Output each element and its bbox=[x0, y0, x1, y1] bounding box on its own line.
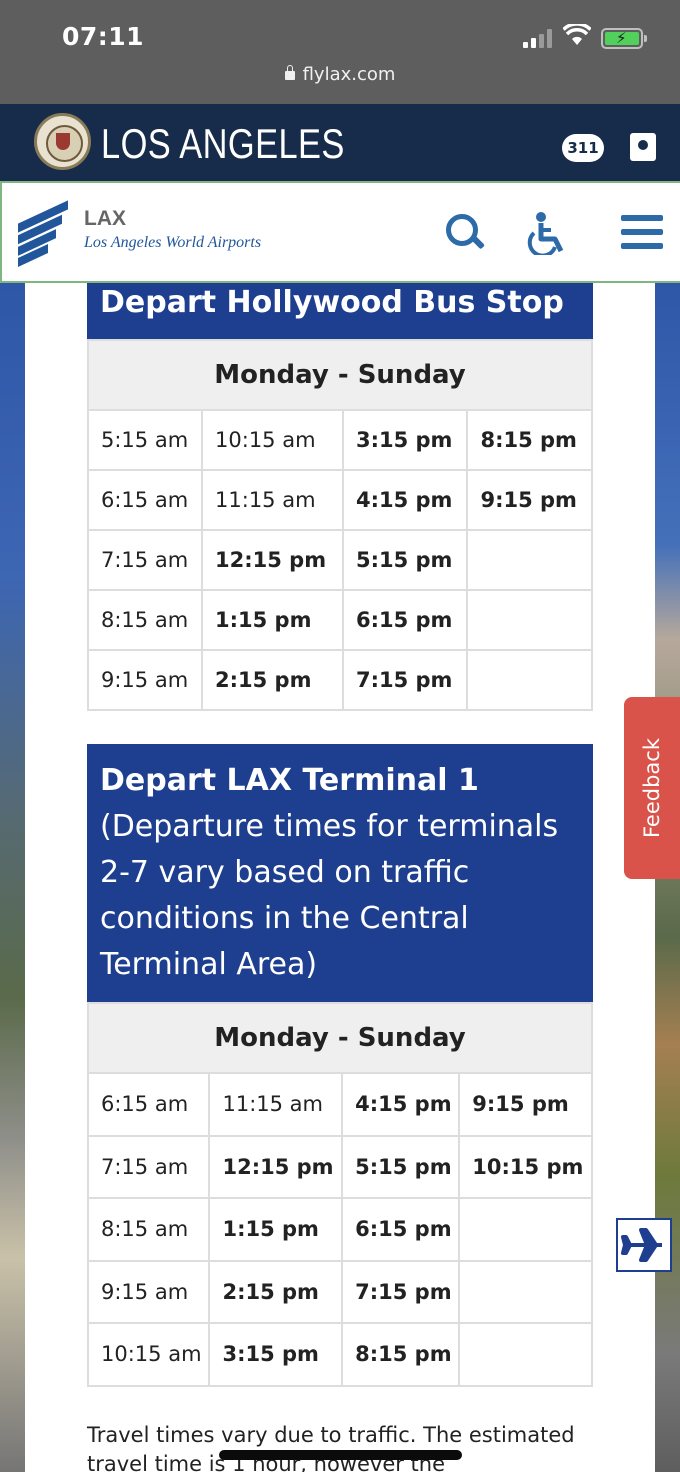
menu-icon[interactable] bbox=[621, 215, 663, 251]
time-cell: 7:15 am bbox=[86, 529, 204, 591]
table-row: 8:15 am 1:15 pm 6:15 pm bbox=[86, 589, 593, 651]
airplane-icon bbox=[621, 1228, 662, 1262]
lax-logo-icon[interactable] bbox=[18, 198, 70, 268]
time-cell: 11:15 am bbox=[208, 1072, 344, 1137]
time-cell: 6:15 am bbox=[86, 1072, 211, 1137]
time-cell: 7:15 pm bbox=[341, 649, 469, 711]
time-cell: 3:15 pm bbox=[341, 409, 469, 471]
time-cell: 12:15 pm bbox=[208, 1134, 344, 1199]
lax-subtitle[interactable]: Los Angeles World Airports bbox=[84, 234, 261, 252]
time-cell: 2:15 pm bbox=[201, 649, 344, 711]
time-cell: 1:15 pm bbox=[208, 1197, 344, 1262]
feedback-button[interactable]: Feedback bbox=[624, 697, 680, 879]
time-cell: 5:15 am bbox=[86, 409, 204, 471]
table-row: 7:15 am 12:15 pm 5:15 pm bbox=[86, 529, 593, 591]
table-row: 6:15 am 11:15 am 4:15 pm 9:15 pm bbox=[86, 1072, 593, 1137]
lax-name[interactable]: LAX bbox=[84, 207, 126, 231]
time-cell: 10:15 pm bbox=[458, 1134, 593, 1199]
city-seal-icon[interactable] bbox=[34, 113, 91, 170]
table-row: 9:15 am 2:15 pm 7:15 pm bbox=[86, 1259, 593, 1324]
table-row: 10:15 am 3:15 pm 8:15 pm bbox=[86, 1322, 593, 1387]
time-cell: 8:15 pm bbox=[466, 409, 593, 471]
time-cell: 10:15 am bbox=[201, 409, 344, 471]
time-cell bbox=[466, 529, 593, 591]
days-header: Monday - Sunday bbox=[87, 339, 593, 411]
table-row: 9:15 am 2:15 pm 7:15 pm bbox=[86, 649, 593, 711]
city-title[interactable]: LOS ANGELES bbox=[101, 120, 345, 168]
home-indicator[interactable] bbox=[219, 1450, 462, 1460]
lock-icon bbox=[284, 65, 295, 80]
table-row: 5:15 am 10:15 am 3:15 pm 8:15 pm bbox=[86, 409, 593, 471]
time-cell: 4:15 pm bbox=[341, 469, 469, 531]
time-cell: 8:15 am bbox=[86, 1197, 211, 1262]
accessibility-icon[interactable] bbox=[525, 211, 571, 255]
table-row: 6:15 am 11:15 am 4:15 pm 9:15 pm bbox=[86, 469, 593, 531]
time-cell bbox=[466, 649, 593, 711]
background-scenery-left bbox=[0, 283, 25, 1472]
address-bar[interactable]: flylax.com bbox=[0, 64, 680, 85]
time-cell: 5:15 pm bbox=[341, 529, 469, 591]
time-cell: 12:15 pm bbox=[201, 529, 344, 591]
schedule-table-terminal1: Monday - Sunday 6:15 am 11:15 am 4:15 pm 9:… bbox=[86, 1002, 593, 1387]
time-cell: 8:15 am bbox=[86, 589, 204, 651]
city-header: LOS ANGELES 311 bbox=[0, 104, 680, 181]
time-cell: 1:15 pm bbox=[201, 589, 344, 651]
table-row: 7:15 am 12:15 pm 5:15 pm 10:15 pm bbox=[86, 1134, 593, 1199]
time-cell: 3:15 pm bbox=[208, 1322, 344, 1387]
days-header: Monday - Sunday bbox=[87, 1002, 593, 1074]
time-cell: 4:15 pm bbox=[341, 1072, 461, 1137]
table-row: 8:15 am 1:15 pm 6:15 pm bbox=[86, 1197, 593, 1262]
section-title: Depart LAX Terminal 1 bbox=[100, 763, 479, 798]
section-title: Depart Hollywood Bus Stop bbox=[100, 285, 564, 320]
time-cell: 10:15 am bbox=[86, 1322, 211, 1387]
lax-header: LAX Los Angeles World Airports bbox=[0, 181, 680, 283]
time-cell: 7:15 pm bbox=[341, 1259, 461, 1324]
time-cell: 9:15 am bbox=[86, 1259, 211, 1324]
schedule-table-hollywood: Monday - Sunday 5:15 am 10:15 am 3:15 pm 8:… bbox=[86, 339, 593, 711]
battery-icon: ⚡ bbox=[601, 28, 647, 49]
time-cell bbox=[458, 1197, 593, 1262]
status-bar: 07:11 ⚡ flylax.com bbox=[0, 0, 680, 104]
travel-note: Travel times vary due to traffic. The es… bbox=[87, 1423, 575, 1472]
time-cell bbox=[466, 589, 593, 651]
time-cell: 2:15 pm bbox=[208, 1259, 344, 1324]
content-card: Depart Hollywood Bus Stop Monday - Sunda… bbox=[25, 283, 655, 1472]
time-cell bbox=[458, 1259, 593, 1324]
time-cell: 6:15 pm bbox=[341, 589, 469, 651]
time-cell: 9:15 pm bbox=[466, 469, 593, 531]
section-header-terminal1: Depart LAX Terminal 1 (Departure times f… bbox=[87, 744, 593, 1002]
time-cell: 5:15 pm bbox=[341, 1134, 461, 1199]
time-cell: 6:15 am bbox=[86, 469, 204, 531]
clock: 07:11 bbox=[62, 22, 145, 51]
contact-icon[interactable] bbox=[630, 133, 656, 161]
feedback-label: Feedback bbox=[640, 737, 664, 839]
time-cell: 7:15 am bbox=[86, 1134, 211, 1199]
search-icon[interactable] bbox=[446, 214, 484, 254]
wifi-icon bbox=[563, 24, 591, 45]
section-subtitle: (Departure times for terminals 2-7 vary … bbox=[100, 809, 559, 982]
time-cell: 9:15 am bbox=[86, 649, 204, 711]
cellular-signal-icon bbox=[523, 28, 553, 48]
section-header-hollywood: Depart Hollywood Bus Stop bbox=[87, 283, 593, 339]
time-cell bbox=[458, 1322, 593, 1387]
311-button[interactable]: 311 bbox=[562, 134, 604, 162]
time-cell: 6:15 pm bbox=[341, 1197, 461, 1262]
time-cell: 9:15 pm bbox=[458, 1072, 593, 1137]
time-cell: 11:15 am bbox=[201, 469, 344, 531]
time-cell: 8:15 pm bbox=[341, 1322, 461, 1387]
url-text: flylax.com bbox=[302, 64, 396, 85]
flight-status-button[interactable] bbox=[616, 1218, 672, 1272]
